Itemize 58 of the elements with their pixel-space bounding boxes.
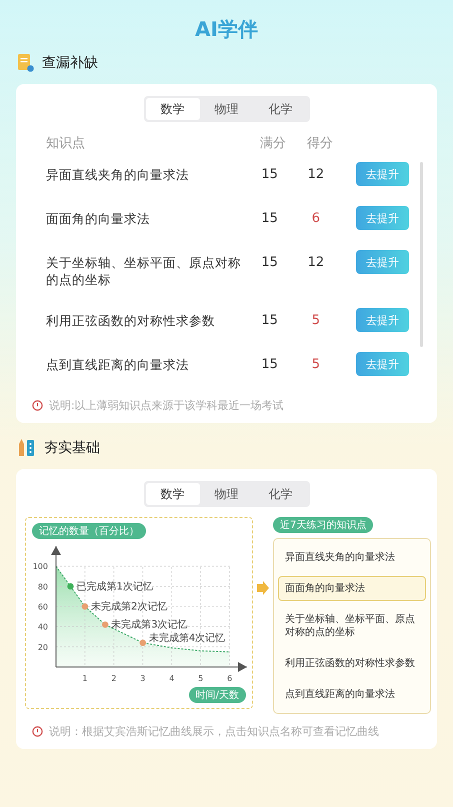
pencil-ruler-icon [18, 439, 36, 457]
full-score-cell-text: 15 [260, 210, 279, 227]
axis-label: 记忆的数量（百分比） [32, 523, 146, 539]
section-title: 查漏补缺 [42, 54, 98, 72]
tick-label: 1 [82, 674, 88, 683]
subject-tab[interactable]: 数学 [146, 483, 200, 505]
point-label: 已完成第1次记忆 [76, 581, 153, 592]
topic-cell-text: 面面角的向量求法 [46, 210, 151, 227]
document-icon [18, 54, 34, 72]
section-title: 夯实基础 [44, 439, 100, 457]
subject-tab[interactable]: 数学 [146, 98, 200, 120]
tick-label: 60 [38, 602, 48, 612]
topic-item[interactable]: 利用正弦函数的对称性求参数 [278, 651, 426, 676]
full-score-cell-text: 15 [260, 356, 279, 373]
full-score-cell-text: 15 [260, 312, 279, 329]
point-label: 未完成第4次记忆 [148, 632, 226, 644]
info-icon [32, 726, 43, 737]
topic-cell-text: 点到直线距离的向量求法 [46, 356, 190, 373]
topic-cell-text: 关于坐标轴、坐标平面、原点对称的点的坐标 [46, 254, 242, 288]
tick-label: 6 [227, 674, 232, 683]
tick-label: 3 [140, 674, 146, 683]
full-score-cell-text: 15 [260, 254, 279, 271]
tick-label: 20 [38, 642, 48, 652]
subject-tab[interactable]: 物理 [200, 98, 254, 120]
topic-cell-text: 异面直线夹角的向量求法 [46, 166, 190, 183]
column-header: 得分 [306, 135, 334, 152]
tick-label: 80 [38, 582, 48, 592]
arrow-icon [257, 581, 269, 595]
score-cell-text: 12 [306, 166, 326, 183]
score-cell-text: 12 [306, 254, 326, 271]
tick-label: 40 [38, 622, 48, 632]
subject-tab[interactable]: 化学 [254, 483, 308, 505]
score-cell-text: 6 [310, 210, 322, 227]
point-label: 未完成第2次记忆 [90, 602, 168, 612]
topic-item[interactable]: 异面直线夹角的向量求法 [278, 545, 426, 570]
note-text: 说明:以上薄弱知识点来源于该学科最近一场考试 [49, 398, 284, 413]
subject-tab[interactable]: 化学 [254, 98, 308, 120]
tick-label: 5 [198, 674, 204, 683]
score-cell-text: 5 [310, 312, 322, 329]
note-text: 说明：根据艾宾浩斯记忆曲线展示，点击知识点名称可查看记忆曲线 [49, 724, 379, 739]
column-header: 满分 [259, 135, 287, 152]
tick-label: 2 [111, 674, 116, 683]
topic-cell-text: 利用正弦函数的对称性求参数 [46, 312, 216, 329]
axis-label: 时间/天数 [188, 687, 246, 703]
full-score-cell-text: 15 [260, 166, 279, 183]
column-header: 知识点 [46, 135, 86, 152]
subject-tab[interactable]: 物理 [200, 483, 254, 505]
list-tag: 近7天练习的知识点 [273, 517, 374, 533]
tick-label: 100 [32, 562, 48, 572]
tick-label: 4 [169, 674, 174, 683]
app-title: AI学伴 [194, 16, 259, 42]
topic-item[interactable]: 点到直线距离的向量求法 [278, 682, 426, 707]
topic-item[interactable]: 关于坐标轴、坐标平面、原点对称的点的坐标 [278, 607, 426, 645]
topic-item[interactable]: 面面角的向量求法 [278, 576, 426, 601]
point-label: 未完成第3次记忆 [111, 620, 188, 631]
scrollbar[interactable] [420, 162, 423, 347]
info-icon [32, 400, 43, 411]
score-cell-text: 5 [310, 356, 322, 373]
